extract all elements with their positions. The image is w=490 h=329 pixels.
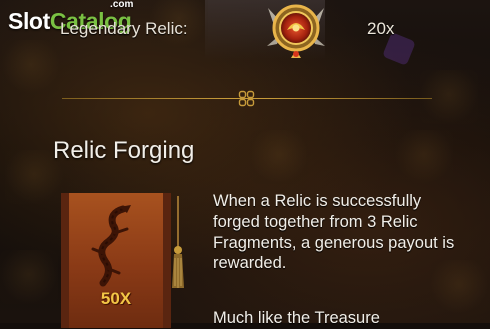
background-symbol-tile xyxy=(2,40,60,94)
dragon-scroll-card: 50X xyxy=(61,193,171,328)
relic-forging-description-next: Much like the Treasure xyxy=(213,309,380,327)
background-symbol-tile xyxy=(0,250,58,304)
relic-emblem-icon xyxy=(267,4,325,58)
section-title: Relic Forging xyxy=(53,137,195,164)
background-symbol-tile xyxy=(420,70,478,124)
knot-ornament-icon xyxy=(238,90,255,107)
relic-forging-description: When a Relic is successfully forged toge… xyxy=(213,192,455,273)
dragon-scroll-icon xyxy=(91,205,131,287)
background-symbol-tile xyxy=(250,130,308,184)
background-symbol-tile xyxy=(395,130,453,184)
scroll-multiplier-label: 50X xyxy=(100,289,132,308)
relic-tier-label: Legendary Relic: xyxy=(60,19,188,38)
relic-multiplier-value: 20x xyxy=(367,19,395,38)
watermark-tld: .com xyxy=(110,0,134,10)
watermark-slot-text: Slot xyxy=(8,8,50,34)
tassel-icon xyxy=(172,196,184,288)
